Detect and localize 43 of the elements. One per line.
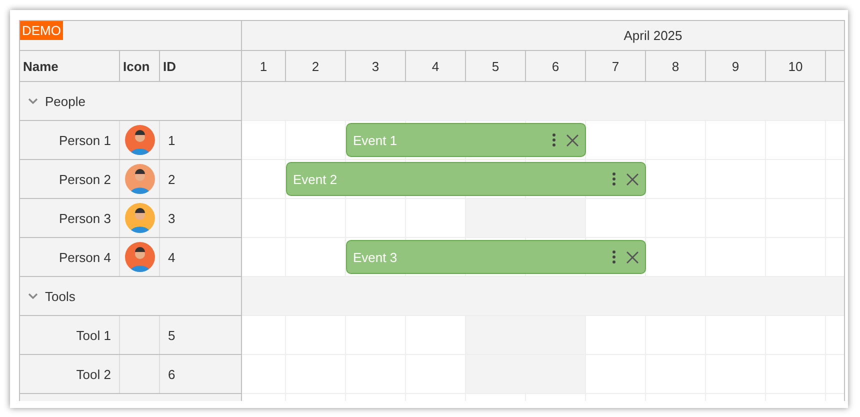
resource-name: Tool 2 — [76, 366, 111, 382]
day-header: 10 — [766, 51, 826, 81]
day-header: 9 — [706, 51, 766, 81]
resource-name: Person 4 — [58, 250, 111, 264]
event-title: Event 1 — [353, 132, 398, 148]
column-header: ID — [162, 58, 177, 76]
resource-id: 3 — [168, 210, 176, 226]
resource-name: Person 3 — [58, 210, 111, 226]
day-header: 4 — [406, 51, 466, 81]
day-header: 6 — [526, 51, 586, 81]
month-header: April 2025 — [624, 28, 682, 43]
event-bar[interactable]: Event 2 — [286, 162, 646, 196]
event-bar[interactable]: Event 3 — [346, 240, 646, 274]
chevron-icon[interactable] — [28, 292, 38, 300]
day-header: 8 — [646, 51, 706, 81]
close-icon[interactable] — [626, 172, 639, 186]
group-name: Tools — [45, 288, 76, 304]
column-header: Name — [20, 51, 120, 81]
day-header: 2 — [286, 51, 346, 81]
day-header: 3 — [346, 51, 406, 81]
group-name: People — [45, 94, 86, 108]
resource-id: 6 — [168, 366, 176, 382]
close-icon[interactable] — [566, 134, 579, 146]
more-icon[interactable] — [552, 133, 556, 147]
day-header: 1 — [242, 51, 286, 81]
resource-name: Person 2 — [58, 172, 111, 186]
close-icon[interactable] — [626, 250, 639, 264]
resource-id: 2 — [168, 172, 176, 186]
event-bar[interactable]: Event 1 — [346, 123, 586, 157]
day-header: 7 — [586, 51, 646, 81]
more-icon[interactable] — [612, 172, 616, 186]
resource-name: Tool 1 — [76, 328, 111, 342]
more-icon[interactable] — [612, 250, 616, 264]
demo-badge: DEMO — [20, 21, 63, 40]
resource-id: 5 — [168, 328, 176, 342]
event-title: Event 3 — [353, 250, 398, 264]
resource-name: Person 1 — [58, 132, 111, 148]
resource-id: 4 — [168, 250, 176, 264]
day-header: 5 — [466, 51, 526, 81]
event-title: Event 2 — [293, 172, 338, 186]
column-header: Icon — [120, 51, 160, 81]
resource-id: 1 — [168, 132, 176, 148]
chevron-icon[interactable] — [28, 98, 38, 104]
